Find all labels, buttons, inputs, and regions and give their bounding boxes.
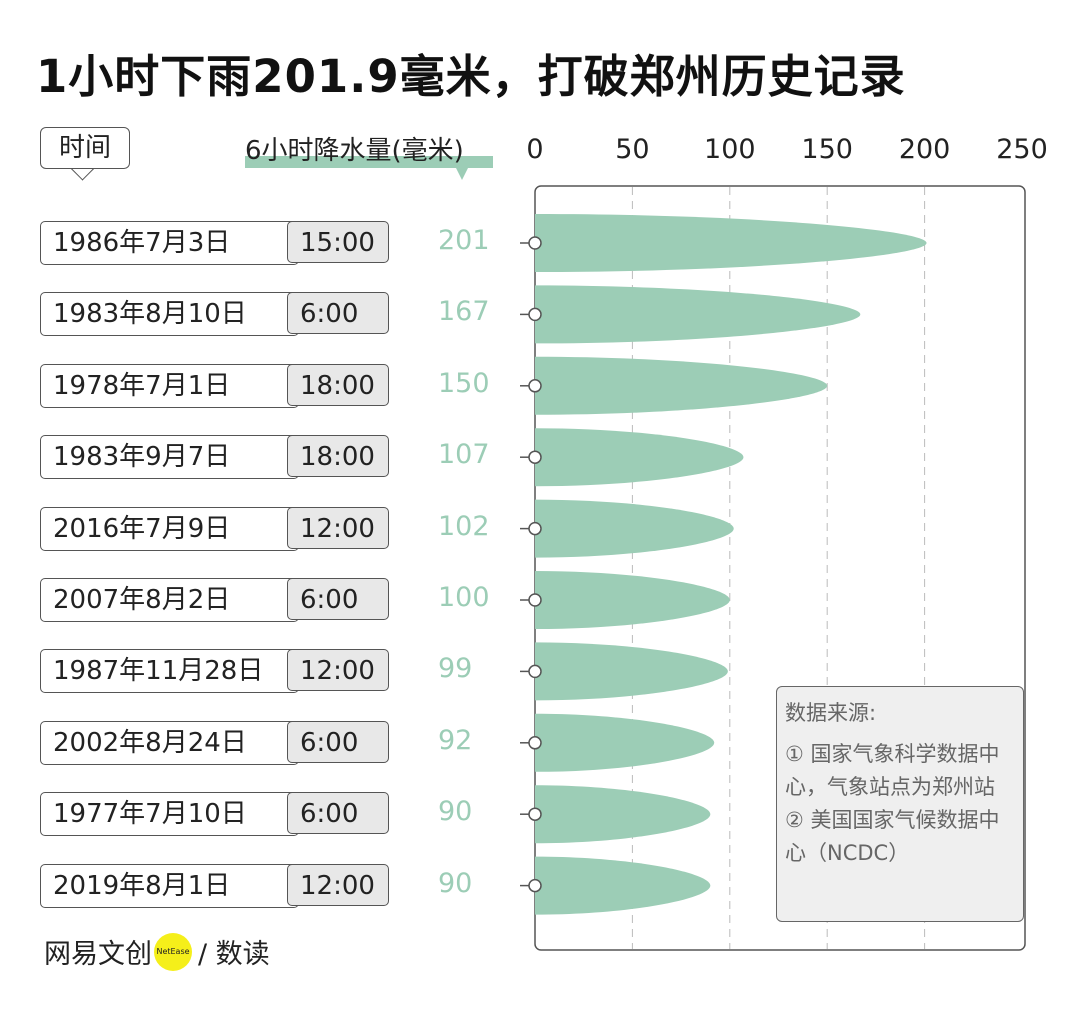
row-date: 2019年8月1日	[40, 863, 299, 908]
row-date: 1977年7月10日	[40, 792, 299, 837]
bar-marker	[528, 593, 542, 607]
source-box: 数据来源: ① 国家气象科学数据中心，气象站点为郑州站 ② 美国国家气候数据中心…	[776, 686, 1024, 922]
bar-marker	[528, 307, 542, 322]
row-time: 6:00	[287, 578, 389, 620]
row-date: 2016年7月9日	[40, 506, 299, 551]
x-tick-label: 200	[899, 134, 951, 165]
data-label: 100	[438, 582, 490, 613]
data-label: 90	[438, 867, 473, 899]
x-tick-label: 250	[996, 134, 1048, 165]
source-line-1: ① 国家气象科学数据中心，气象站点为郑州站	[785, 742, 1000, 799]
row-date: 1986年7月3日	[40, 221, 299, 265]
row-time: 12:00	[287, 649, 389, 692]
bar-marker	[528, 521, 542, 536]
data-label: 167	[438, 296, 490, 328]
logo-right: / 数读	[198, 939, 270, 970]
bar-marker	[528, 736, 542, 750]
source-line-2: ② 美国国家气候数据中心（NCDC）	[785, 808, 1000, 865]
data-label: 102	[438, 510, 490, 542]
logo-badge: NetEase	[154, 932, 192, 971]
bar-marker	[528, 807, 542, 821]
x-tick-label: 50	[615, 134, 649, 165]
row-time: 18:00	[287, 363, 389, 406]
row-date: 1983年8月10日	[40, 292, 299, 337]
bar-marker	[528, 379, 542, 393]
x-tick-label: 150	[801, 134, 853, 165]
data-label: 99	[438, 653, 473, 685]
data-label: 107	[438, 439, 490, 471]
logo-left: 网易文创	[44, 939, 152, 970]
row-time: 12:00	[287, 863, 389, 906]
data-label: 150	[438, 367, 490, 399]
row-time: 18:00	[287, 435, 389, 478]
row-date: 1983年9月7日	[40, 435, 299, 480]
x-tick-label: 0	[526, 134, 543, 165]
data-label: 92	[438, 724, 473, 756]
bar-marker	[528, 664, 542, 679]
data-label: 201	[438, 225, 490, 256]
row-time: 6:00	[287, 720, 389, 763]
row-time: 6:00	[287, 292, 389, 335]
bar-marker	[528, 236, 542, 250]
row-time: 12:00	[287, 506, 389, 549]
row-time: 6:00	[287, 792, 389, 835]
chart: 1小时下雨201.9毫米，打破郑州历史记录 时间 6小时降水量(毫米) 0 50 1…	[0, 0, 1080, 1013]
row-date: 1987年11月28日	[40, 649, 299, 694]
row-date: 2002年8月24日	[40, 720, 299, 765]
row-date: 1978年7月1日	[40, 363, 299, 408]
bar-marker	[528, 878, 542, 893]
logo: 网易文创 NetEase / 数读	[44, 932, 270, 971]
row-date: 2007年8月2日	[40, 578, 299, 622]
source-heading: 数据来源:	[785, 701, 877, 725]
row-time: 15:00	[287, 221, 389, 263]
data-label: 90	[438, 796, 473, 828]
x-tick-label: 100	[704, 134, 756, 165]
bar-marker	[528, 450, 542, 464]
